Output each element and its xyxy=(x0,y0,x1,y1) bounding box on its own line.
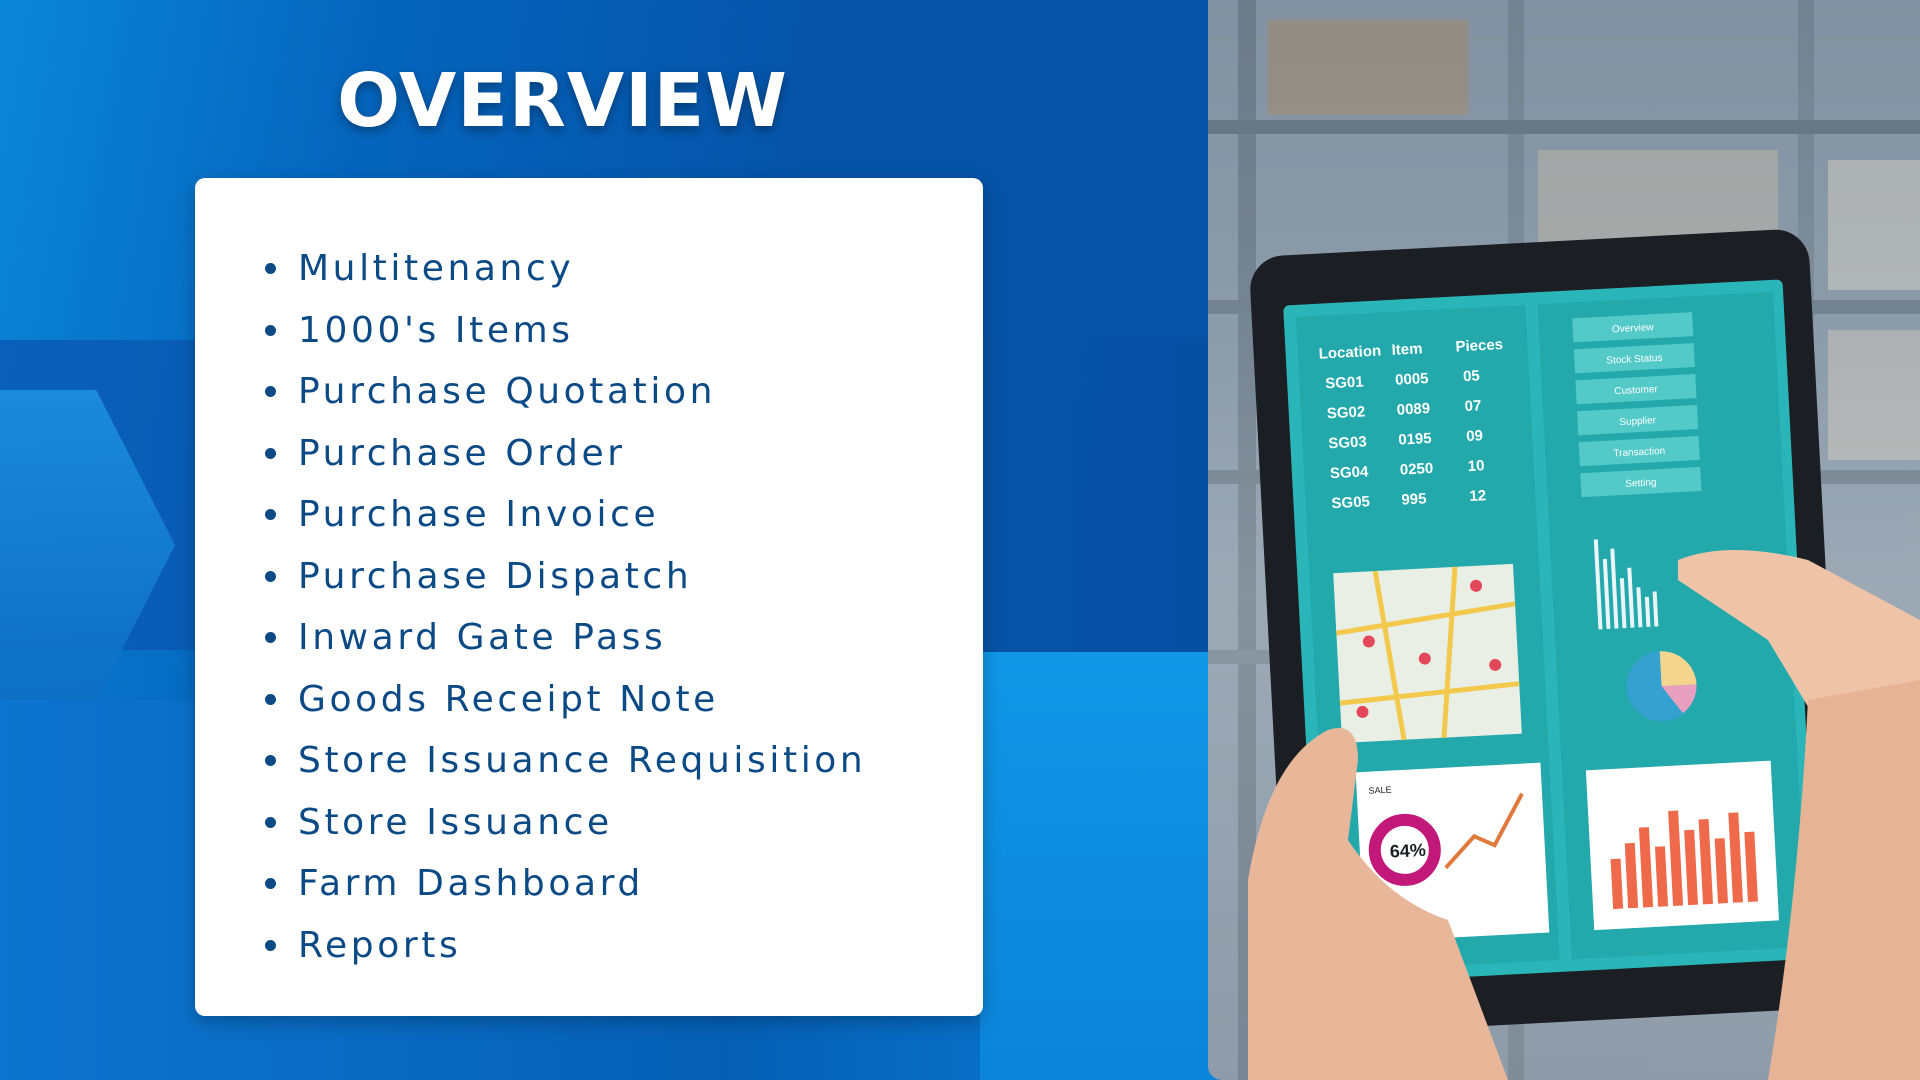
tablet-table-cell: 0250 xyxy=(1399,460,1433,479)
tablet-menu-item: Setting xyxy=(1625,477,1657,490)
bullet-icon xyxy=(265,386,276,398)
feature-list: Multitenancy 1000's Items Purchase Quota… xyxy=(265,238,983,976)
feature-label: Multitenancy xyxy=(298,248,575,290)
feature-label: 1000's Items xyxy=(298,309,574,351)
bullet-icon xyxy=(265,570,276,582)
feature-label: Inward Gate Pass xyxy=(298,617,667,659)
bullet-icon xyxy=(265,324,276,336)
tablet-table-cell: SG01 xyxy=(1325,373,1364,392)
tablet-table-cell: SG05 xyxy=(1331,493,1370,512)
feature-label: Store Issuance xyxy=(298,801,613,843)
tablet-table-cell: 10 xyxy=(1467,457,1485,475)
feature-item: Purchase Quotation xyxy=(265,361,983,423)
tablet-table-header: Pieces xyxy=(1455,336,1503,355)
tablet-table-cell: SG03 xyxy=(1328,433,1367,452)
bullet-icon xyxy=(265,447,276,459)
feature-item: Goods Receipt Note xyxy=(265,669,983,731)
feature-item: Purchase Invoice xyxy=(265,484,983,546)
tablet-illustration: Location Item Pieces SG01 0005 05 SG02 0… xyxy=(1208,0,1920,1080)
feature-item: Reports xyxy=(265,915,983,977)
background-accent-block xyxy=(980,652,1220,1080)
tablet-table-cell: 995 xyxy=(1401,490,1427,508)
tablet-donut-label: 64% xyxy=(1389,840,1426,862)
tablet-table-cell: 05 xyxy=(1463,367,1481,385)
tablet-table-header: Item xyxy=(1391,340,1423,359)
tablet-table-cell: 0089 xyxy=(1396,400,1430,419)
feature-item: Purchase Dispatch xyxy=(265,546,983,608)
feature-label: Purchase Invoice xyxy=(298,494,660,536)
feature-label: Purchase Quotation xyxy=(298,371,717,413)
feature-item: 1000's Items xyxy=(265,300,983,362)
tablet-menu-item: Customer xyxy=(1614,384,1659,397)
feature-item: Purchase Order xyxy=(265,423,983,485)
feature-label: Store Issuance Requisition xyxy=(298,740,867,782)
page-title: OVERVIEW xyxy=(337,58,788,144)
bullet-icon xyxy=(265,632,276,644)
tablet-table-cell: 0195 xyxy=(1398,430,1432,449)
feature-label: Farm Dashboard xyxy=(298,863,644,905)
bullet-icon xyxy=(265,816,276,828)
feature-label: Purchase Dispatch xyxy=(298,555,693,597)
bullet-icon xyxy=(265,509,276,521)
tablet-sale-tag: SALE xyxy=(1368,785,1392,796)
tablet-menu-item: Overview xyxy=(1612,322,1655,335)
bullet-icon xyxy=(265,263,276,275)
tablet-table-cell: 12 xyxy=(1469,487,1487,505)
tablet-table-cell: 09 xyxy=(1466,427,1484,445)
feature-label: Goods Receipt Note xyxy=(298,678,719,720)
tablet-table-cell: SG02 xyxy=(1326,403,1365,422)
tablet-table-cell: SG04 xyxy=(1330,463,1370,482)
feature-item: Store Issuance xyxy=(265,792,983,854)
tablet-table-header: Location xyxy=(1318,342,1381,362)
warehouse-tablet-photo: Location Item Pieces SG01 0005 05 SG02 0… xyxy=(1208,0,1920,1080)
tablet-table-cell: 07 xyxy=(1464,397,1482,415)
feature-item: Store Issuance Requisition xyxy=(265,730,983,792)
feature-item: Farm Dashboard xyxy=(265,853,983,915)
feature-label: Reports xyxy=(298,924,462,966)
bullet-icon xyxy=(265,878,276,890)
bullet-icon xyxy=(265,693,276,705)
tablet-table-cell: 0005 xyxy=(1395,370,1429,389)
feature-card: Multitenancy 1000's Items Purchase Quota… xyxy=(195,178,983,1016)
bullet-icon xyxy=(265,755,276,767)
feature-item: Inward Gate Pass xyxy=(265,607,983,669)
bullet-icon xyxy=(265,939,276,951)
feature-label: Purchase Order xyxy=(298,432,626,474)
feature-item: Multitenancy xyxy=(265,238,983,300)
tablet-menu-item: Supplier xyxy=(1619,415,1657,428)
